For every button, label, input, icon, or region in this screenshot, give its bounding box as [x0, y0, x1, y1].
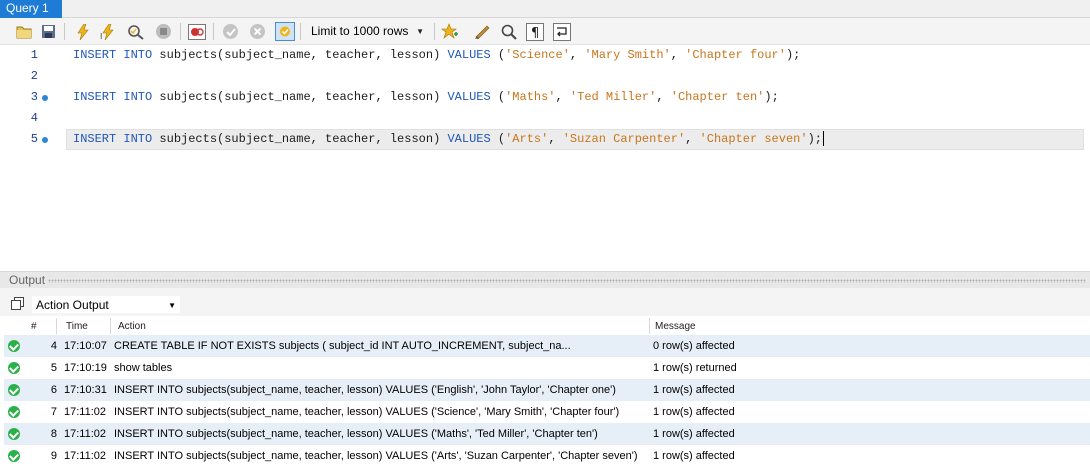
row-number: 7 [50, 406, 57, 418]
open-file-icon[interactable] [14, 22, 34, 41]
row-action: show tables [114, 362, 173, 374]
column-header-action[interactable]: Action [118, 321, 146, 332]
row-action: INSERT INTO subjects(subject_name, teach… [114, 384, 616, 396]
statement-marker-icon [42, 137, 48, 143]
row-action: INSERT INTO subjects(subject_name, teach… [114, 450, 638, 462]
rollback-icon[interactable] [247, 22, 267, 41]
toolbar-separator [180, 23, 181, 40]
table-row[interactable]: 9 17:11:02 INSERT INTO subjects(subject_… [4, 445, 1090, 467]
column-divider [56, 318, 57, 334]
row-time: 17:11:02 [64, 450, 107, 462]
row-time: 17:11:02 [64, 428, 107, 440]
code-line: INSERT INTO subjects(subject_name, teach… [73, 131, 824, 147]
table-row[interactable]: 8 17:11:02 INSERT INTO subjects(subject_… [4, 423, 1090, 445]
action-output-table: # Time Action Message 4 17:10:07 CREATE … [4, 316, 1090, 468]
table-header: # Time Action Message [4, 316, 1090, 336]
svg-text:I: I [100, 32, 102, 40]
success-icon [8, 362, 20, 374]
commit-icon[interactable] [220, 22, 240, 41]
tab-bar: Query 1 [0, 0, 1090, 18]
output-type-select[interactable]: Action Output ▼ [31, 295, 181, 314]
line-number: 5 [30, 132, 38, 146]
save-icon[interactable] [38, 22, 58, 41]
execute-current-icon[interactable]: I [98, 22, 118, 41]
row-action: INSERT INTO subjects(subject_name, teach… [114, 428, 598, 440]
editor-line[interactable]: 2 [0, 66, 1090, 87]
copy-icon[interactable] [11, 297, 24, 310]
editor-line[interactable]: 1 INSERT INTO subjects(subject_name, tea… [0, 45, 1090, 66]
row-number: 6 [50, 384, 57, 396]
output-title: Output [9, 273, 46, 287]
execute-icon[interactable] [73, 22, 93, 41]
success-icon [8, 406, 20, 418]
limit-rows-select[interactable]: Limit to 1000 rows ▼ [304, 22, 430, 41]
stop-icon[interactable] [153, 22, 173, 41]
add-snippet-icon[interactable] [440, 22, 460, 41]
row-number: 4 [50, 340, 57, 352]
resize-grip[interactable] [48, 279, 1086, 283]
toolbar-separator [434, 23, 435, 40]
row-number: 8 [50, 428, 57, 440]
chevron-down-icon: ▼ [168, 301, 176, 310]
toolbar-separator [300, 23, 301, 40]
row-action: CREATE TABLE IF NOT EXISTS subjects ( su… [114, 340, 571, 352]
limit-rows-label: Limit to 1000 rows [311, 24, 409, 38]
row-message: 1 row(s) returned [653, 362, 737, 374]
row-time: 17:10:19 [64, 362, 107, 374]
toolbar-separator [213, 23, 214, 40]
table-row[interactable]: 5 17:10:19 show tables 1 row(s) returned [4, 357, 1090, 379]
wrap-icon[interactable] [552, 22, 572, 41]
row-message: 1 row(s) affected [653, 384, 735, 396]
statement-marker-icon [42, 95, 48, 101]
line-number: 1 [30, 48, 38, 62]
row-number: 9 [50, 450, 57, 462]
row-time: 17:10:07 [64, 340, 107, 352]
chevron-down-icon: ▼ [416, 27, 424, 36]
invisible-chars-icon[interactable]: ¶ [525, 22, 545, 41]
row-message: 0 row(s) affected [653, 340, 735, 352]
row-time: 17:11:02 [64, 406, 107, 418]
column-header-time[interactable]: Time [66, 321, 88, 332]
success-icon [8, 340, 20, 352]
tab-query-1[interactable]: Query 1 [0, 0, 62, 18]
find-icon[interactable] [499, 22, 519, 41]
line-number: 2 [30, 69, 38, 83]
sql-editor-toolbar: I Limit to 1000 rows ▼ ¶ [0, 18, 1090, 45]
output-panel-header: Output [0, 271, 1090, 288]
output-toolbar: Action Output ▼ [0, 288, 1090, 316]
editor-line[interactable]: 4 [0, 108, 1090, 129]
beautify-icon[interactable] [472, 22, 492, 41]
success-icon [8, 428, 20, 440]
output-type-label: Action Output [36, 298, 109, 312]
row-message: 1 row(s) affected [653, 428, 735, 440]
row-action: INSERT INTO subjects(subject_name, teach… [114, 406, 620, 418]
explain-icon[interactable] [125, 22, 145, 41]
table-row[interactable]: 6 17:10:31 INSERT INTO subjects(subject_… [4, 379, 1090, 401]
editor-line[interactable]: 5 INSERT INTO subjects(subject_name, tea… [0, 129, 1090, 150]
row-number: 5 [50, 362, 57, 374]
line-number: 4 [30, 111, 38, 125]
column-divider [649, 318, 650, 334]
code-line: INSERT INTO subjects(subject_name, teach… [73, 90, 779, 104]
editor-line[interactable]: 3 INSERT INTO subjects(subject_name, tea… [0, 87, 1090, 108]
svg-text:¶: ¶ [531, 26, 539, 41]
text-caret [822, 131, 824, 147]
line-number: 3 [30, 90, 38, 104]
column-header-number[interactable]: # [31, 321, 37, 332]
row-message: 1 row(s) affected [653, 406, 735, 418]
autocommit-icon[interactable] [275, 22, 295, 41]
row-time: 17:10:31 [64, 384, 107, 396]
toolbar-separator [64, 23, 65, 40]
toggle-error-icon[interactable] [187, 22, 207, 41]
success-icon [8, 450, 20, 462]
row-message: 1 row(s) affected [653, 450, 735, 462]
sql-editor[interactable]: 1 INSERT INTO subjects(subject_name, tea… [0, 45, 1090, 263]
code-line: INSERT INTO subjects(subject_name, teach… [73, 48, 801, 62]
success-icon [8, 384, 20, 396]
column-header-message[interactable]: Message [655, 321, 696, 332]
column-divider [110, 318, 111, 334]
table-row[interactable]: 7 17:11:02 INSERT INTO subjects(subject_… [4, 401, 1090, 423]
table-row[interactable]: 4 17:10:07 CREATE TABLE IF NOT EXISTS su… [4, 335, 1090, 357]
